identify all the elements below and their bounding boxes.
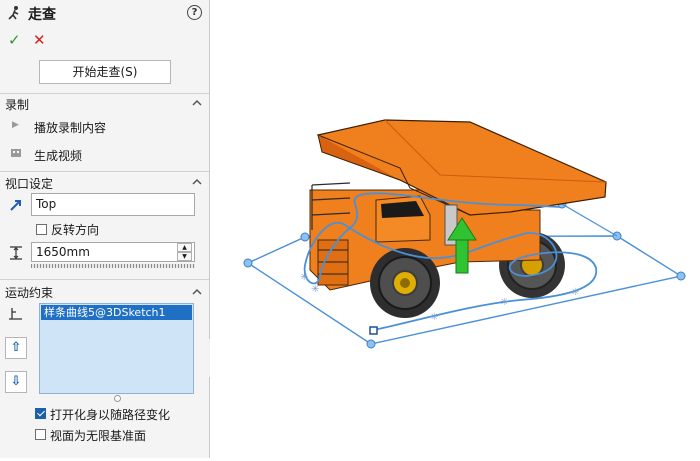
move-up-arrow-icon[interactable]: ⇧ xyxy=(5,337,27,359)
spin-up-icon[interactable]: ▲ xyxy=(177,243,192,252)
section-divider xyxy=(0,279,209,280)
infinite-plane-label: 视面为无限基准面 xyxy=(50,429,147,443)
collapse-chevron-icon[interactable] xyxy=(192,177,202,187)
height-dimension-icon xyxy=(10,246,22,260)
ok-checkmark-icon[interactable]: ✓ xyxy=(8,31,21,49)
play-triangle-icon: ▶ xyxy=(12,120,19,130)
reverse-direction-label: 反转方向 xyxy=(51,223,100,237)
path-start-marker xyxy=(369,326,378,335)
reverse-direction-checkbox[interactable] xyxy=(36,224,47,235)
walkthrough-icon xyxy=(8,6,19,20)
help-icon[interactable]: ? xyxy=(187,5,202,20)
graphics-viewport[interactable]: ✳ ✳ ✳ ✳ ✳ xyxy=(210,0,700,458)
svg-text:✳: ✳ xyxy=(500,297,508,308)
viewport-section-header: 视口设定 xyxy=(5,177,54,191)
svg-text:✳: ✳ xyxy=(430,312,438,323)
walkthrough-property-panel: 走查 ? ✓ ✕ 开始走查(S) 录制 ▶ 播放录制内容 生成视频 视口设定 T… xyxy=(0,0,210,458)
follow-path-checkbox[interactable] xyxy=(35,408,46,419)
truck-model-graphic: ✳ ✳ ✳ ✳ ✳ xyxy=(243,119,686,349)
list-item[interactable]: 样条曲线5@3DSketch1 xyxy=(41,305,192,320)
play-recording-item[interactable]: 播放录制内容 xyxy=(34,119,106,136)
direction-arrow-icon xyxy=(10,200,21,211)
follow-path-label: 打开化身以随路径变化 xyxy=(50,408,171,422)
svg-text:✳: ✳ xyxy=(311,284,319,295)
panel-title: 走查 xyxy=(28,7,56,23)
video-film-icon xyxy=(11,149,21,157)
section-divider xyxy=(0,93,209,94)
view-direction-field[interactable]: Top xyxy=(31,193,195,216)
generate-video-item[interactable]: 生成视频 xyxy=(34,147,82,164)
spin-down-icon[interactable]: ▼ xyxy=(177,252,192,261)
start-walkthrough-button[interactable]: 开始走查(S) xyxy=(39,60,171,84)
collapse-chevron-icon[interactable] xyxy=(192,287,202,297)
cancel-close-icon[interactable]: ✕ xyxy=(33,31,46,49)
svg-text:✳: ✳ xyxy=(571,287,579,298)
svg-text:✳: ✳ xyxy=(300,272,308,283)
height-slider[interactable] xyxy=(31,264,195,268)
infinite-plane-checkbox[interactable] xyxy=(35,429,46,440)
collapse-chevron-icon[interactable] xyxy=(192,98,202,108)
eye-height-field[interactable]: 1650mm xyxy=(31,242,195,262)
motion-section-header: 运动约束 xyxy=(5,286,54,300)
path-constraint-icon xyxy=(9,308,22,320)
path-selection-list[interactable]: 样条曲线5@3DSketch1 xyxy=(39,303,194,394)
list-resize-handle[interactable] xyxy=(114,395,121,402)
move-down-arrow-icon[interactable]: ⇩ xyxy=(5,371,27,393)
section-divider xyxy=(0,171,209,172)
record-section-header: 录制 xyxy=(5,98,30,112)
